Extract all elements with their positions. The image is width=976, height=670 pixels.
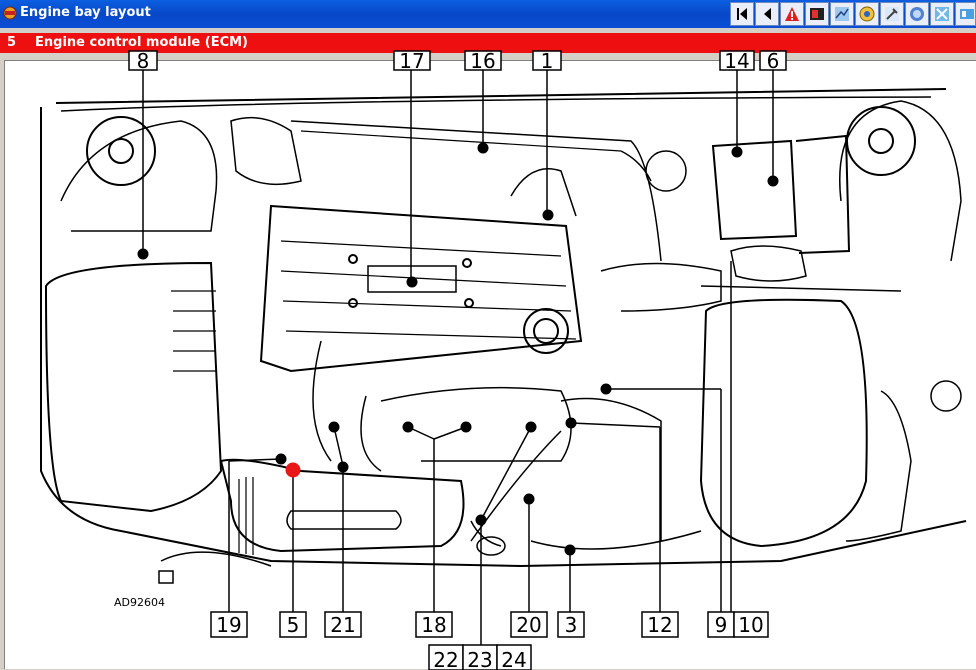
connector-dots [137,142,779,556]
callout-1[interactable]: 1 [541,49,554,73]
top-callouts [128,50,787,71]
oil-filler-cap [523,308,569,354]
callout-22[interactable]: 22 [433,648,458,670]
callout-19[interactable]: 19 [216,613,241,637]
right-strut-tower [846,106,916,176]
air-filter-box [44,261,223,513]
callout-24[interactable]: 24 [501,648,526,670]
callout-14[interactable]: 14 [724,49,749,73]
diagram-reference: AD92604 [114,596,165,609]
callout-12[interactable]: 12 [647,613,672,637]
callout-21[interactable]: 21 [330,613,355,637]
callout-9[interactable]: 9 [715,613,728,637]
callout-6[interactable]: 6 [767,49,780,73]
callout-23[interactable]: 23 [467,648,492,670]
callout-16[interactable]: 16 [470,49,495,73]
callout-18[interactable]: 18 [421,613,446,637]
callout-8[interactable]: 8 [137,49,150,73]
callout-20[interactable]: 20 [516,613,541,637]
coolant-reservoir [699,298,868,548]
callout-3[interactable]: 3 [565,613,578,637]
callout-5[interactable]: 5 [287,613,300,637]
cam-cover [259,204,583,373]
front-panel-line [40,88,967,568]
left-strut-tower [86,116,156,186]
callout-10[interactable]: 10 [738,613,763,637]
engine-bay-diagram: 8 17 16 1 14 6 19 5 21 18 20 3 12 9 10 2… [4,49,976,670]
callout-17[interactable]: 17 [399,49,424,73]
ecm-highlight-marker [285,462,301,478]
